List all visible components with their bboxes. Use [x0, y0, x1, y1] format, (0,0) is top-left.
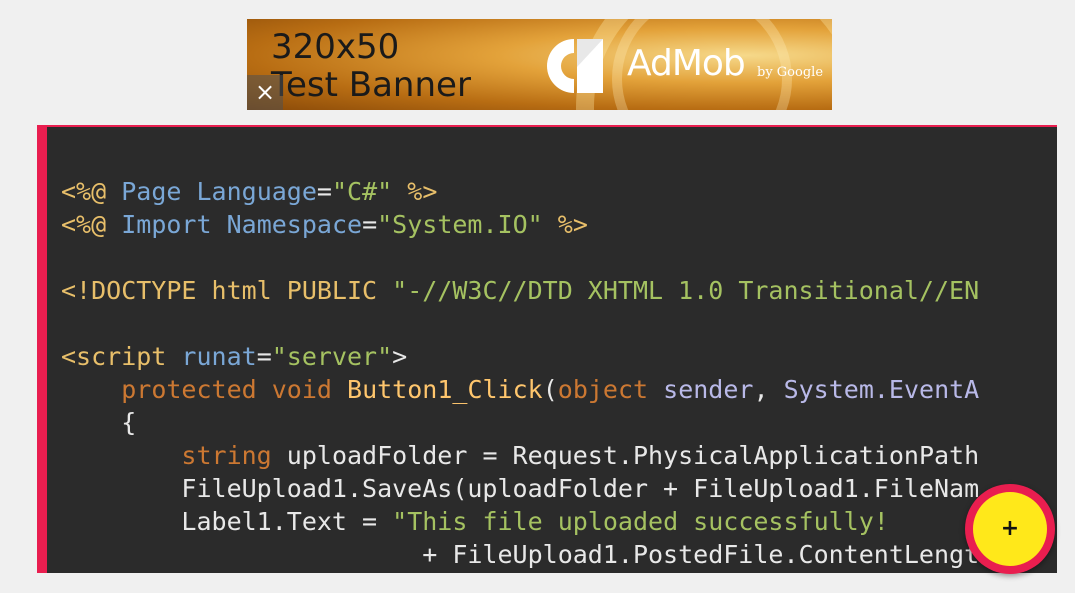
code-line: <%@ Page Language="C#" %> [61, 177, 438, 206]
close-icon[interactable]: × [247, 75, 283, 110]
code-line: + FileUpload1.PostedFile.ContentLengt [61, 540, 980, 569]
code-line: string uploadFolder = Request.PhysicalAp… [181, 441, 980, 470]
code-line: <%@ Import Namespace="System.IO" %> [61, 210, 588, 239]
ad-banner[interactable]: 320x50 Test Banner × AdMob by Google [247, 19, 832, 110]
code-block: <%@ Page Language="C#" %> <%@ Import Nam… [37, 125, 1057, 573]
banner-size-text: 320x50 [271, 27, 400, 67]
banner-title-text: Test Banner [271, 65, 471, 105]
code-line: protected void Button1_Click(object send… [121, 375, 980, 404]
code-line: Label1.Text = "This file uploaded succes… [61, 507, 889, 536]
code-listing: <%@ Page Language="C#" %> <%@ Import Nam… [61, 175, 979, 571]
admob-wordmark: AdMob [627, 43, 746, 84]
code-line: <!DOCTYPE html PUBLIC "-//W3C//DTD XHTML… [61, 276, 980, 305]
code-line: FileUpload1.SaveAs(uploadFolder + FileUp… [61, 474, 980, 503]
admob-logo-icon [547, 39, 603, 93]
plus-icon: + [973, 492, 1047, 566]
admob-by-google: by Google [757, 65, 824, 80]
code-line: { [61, 408, 137, 437]
add-button[interactable]: + [965, 484, 1055, 574]
code-line: <script runat="server"> [61, 342, 408, 371]
